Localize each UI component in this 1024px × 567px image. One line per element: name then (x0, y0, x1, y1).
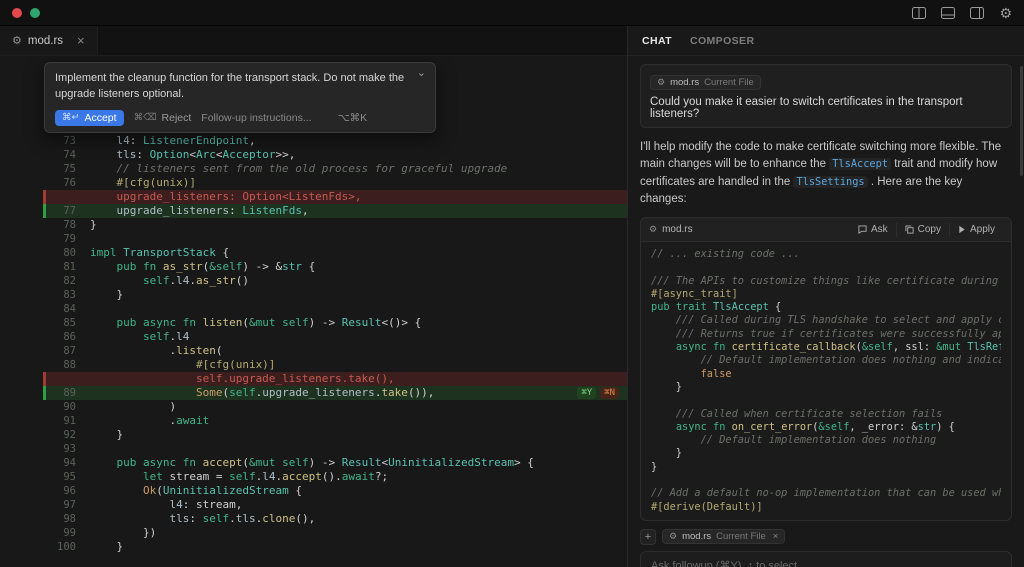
editor-code[interactable]: 72pub(crate) struct TransportStack {73 l… (0, 120, 627, 554)
followup-placeholder: Ask followup (⌘Y), ↑ to select (651, 559, 797, 567)
traffic-lights (12, 8, 40, 18)
chat-tabbar: CHAT COMPOSER (628, 26, 1024, 56)
inline-edit-popup: ⌄ Implement the cleanup function for the… (44, 62, 436, 133)
rust-file-icon: ⚙ (657, 77, 665, 88)
reject-button[interactable]: ⌘⌫ Reject (134, 112, 192, 124)
split-editor-icon[interactable] (912, 7, 926, 19)
followup-input[interactable]: Ask followup (⌘Y), ↑ to select (640, 551, 1012, 567)
chat-bubble-icon (858, 225, 867, 234)
reject-label: Reject (162, 112, 192, 124)
user-message-text: Could you make it easier to switch certi… (650, 96, 1002, 120)
followup-shortcut: ⌥⌘K (338, 112, 368, 124)
play-icon (958, 225, 966, 234)
tab-label: mod.rs (28, 35, 63, 47)
code-block-header: ⚙ mod.rs Ask (641, 218, 1011, 242)
rust-file-icon: ⚙ (669, 531, 677, 542)
panel-bottom-icon[interactable] (941, 7, 955, 19)
ask-button[interactable]: Ask (850, 223, 896, 237)
panel-right-icon[interactable] (970, 7, 984, 19)
zoom-window-button[interactable] (30, 8, 40, 18)
user-message: ⚙ mod.rs Current File Could you make it … (640, 64, 1012, 128)
accept-label: Accept (84, 112, 116, 124)
main-area: ⚙ mod.rs × 72pub(crate) struct Transport… (0, 26, 1024, 567)
chip-filename: mod.rs (682, 531, 711, 542)
scrollbar[interactable] (1020, 66, 1023, 176)
chip-filename: mod.rs (670, 77, 699, 88)
editor-body: 72pub(crate) struct TransportStack {73 l… (0, 56, 627, 567)
titlebar: ⚙ (0, 0, 1024, 26)
settings-gear-icon[interactable]: ⚙ (999, 6, 1012, 20)
editor-pane: ⚙ mod.rs × 72pub(crate) struct Transport… (0, 26, 628, 567)
rust-file-icon: ⚙ (649, 224, 657, 235)
copy-icon (905, 225, 914, 234)
titlebar-actions: ⚙ (912, 6, 1012, 20)
add-context-button[interactable]: + (640, 529, 656, 545)
code-block-filename-label: mod.rs (662, 224, 693, 235)
context-chip[interactable]: ⚙ mod.rs Current File (650, 75, 761, 90)
assistant-message: I'll help modify the code to make certif… (640, 139, 1012, 208)
apply-button[interactable]: Apply (949, 223, 1003, 237)
tab-close-icon[interactable]: × (77, 33, 85, 48)
chat-code-lines[interactable]: // ... existing code .../// The APIs to … (641, 242, 1011, 520)
close-icon[interactable]: × (773, 531, 779, 542)
inline-edit-actions: ⌘↵ Accept ⌘⌫ Reject Follow-up instructio… (55, 110, 425, 126)
accept-shortcut: ⌘↵ (62, 112, 79, 123)
chip-context-label: Current File (716, 531, 766, 542)
code-block-actions: Ask Copy Apply (850, 223, 1003, 237)
chat-panel: CHAT COMPOSER ⚙ mod.rs Current File Coul… (628, 26, 1024, 567)
code-block-filename: ⚙ mod.rs (649, 224, 693, 235)
inline-edit-prompt: Implement the cleanup function for the t… (55, 71, 425, 103)
followup-context-chip[interactable]: ⚙ mod.rs Current File × (662, 529, 785, 544)
rust-file-icon: ⚙ (12, 34, 22, 47)
chip-context-label: Current File (704, 77, 754, 88)
chat-code-block: ⚙ mod.rs Ask (640, 217, 1012, 521)
chevron-down-icon[interactable]: ⌄ (417, 66, 426, 79)
tab-composer[interactable]: COMPOSER (690, 35, 754, 47)
close-window-button[interactable] (12, 8, 22, 18)
copy-button[interactable]: Copy (896, 223, 949, 237)
editor-tabbar: ⚙ mod.rs × (0, 26, 627, 56)
reject-shortcut: ⌘⌫ (134, 112, 157, 123)
chat-body: ⚙ mod.rs Current File Could you make it … (628, 56, 1024, 567)
followup-context-row: + ⚙ mod.rs Current File × (640, 529, 1012, 545)
accept-button[interactable]: ⌘↵ Accept (55, 110, 124, 126)
followup-instructions-link[interactable]: Follow-up instructions... (201, 112, 311, 124)
tab-chat[interactable]: CHAT (642, 35, 672, 47)
tab-mod-rs[interactable]: ⚙ mod.rs × (0, 26, 98, 55)
